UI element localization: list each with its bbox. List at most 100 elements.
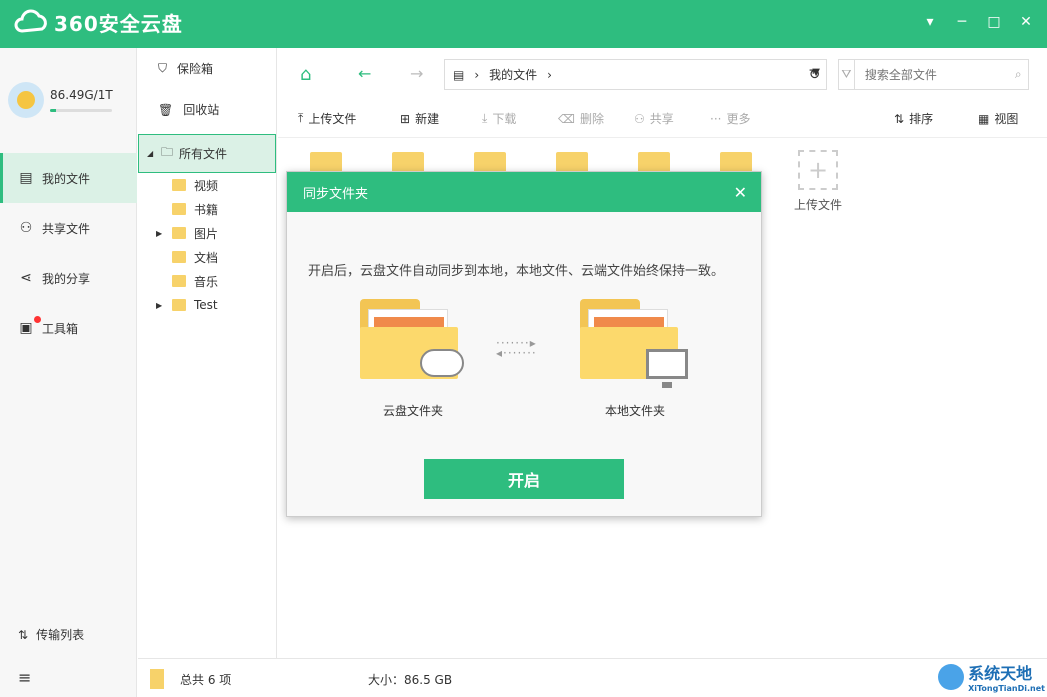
status-bar: 总共 6 项 大小：86.5 GB 系统天地 XiTongTianDi.net [138,658,1047,697]
upload-tile-label: 上传文件 [793,198,842,212]
tree-label: 保险箱 [177,62,214,76]
delete-button[interactable]: ⌫ 删除 [558,110,604,127]
folder-icon [172,275,186,287]
sidebar-nav: ▤ 我的文件 ⚇ 共享文件 ⋖ 我的分享 ▣ 工具箱 [0,153,137,353]
download-label: 下载 [492,112,517,126]
trash-icon: ⌫ [558,111,575,126]
user-info: 86.49G/1T [8,82,113,118]
folder-icon [172,179,186,191]
breadcrumb[interactable]: ▤ › 我的文件 › ▼ [444,59,827,90]
folder-icon [150,669,164,689]
sidebar-item-my-files[interactable]: ▤ 我的文件 [0,153,137,203]
chevron-right-icon: › [474,67,480,82]
toolbar: ⤒ 上传文件 ⊞ 新建 ⤓ 下载 ⌫ 删除 ⚇ 共享 ··· 更多 ⇅ 排序 ▦ 视图 [278,100,1047,138]
expand-icon[interactable]: ▶ [156,301,164,310]
view-label: 视图 [994,112,1019,126]
dialog-header: 同步文件夹 ✕ [287,172,761,212]
tree-item-all-files[interactable]: ◢ 🗀 所有文件 [138,134,276,173]
more-button[interactable]: ··· 更多 [710,110,750,127]
tree-label: 所有文件 [179,147,228,161]
sync-folder-dialog: 同步文件夹 ✕ 开启后，云盘文件自动同步到本地，本地文件、云端文件始终保持一致。… [286,171,762,517]
toolbox-icon: ▣ [19,320,33,336]
refresh-button[interactable]: ↻ [803,59,827,90]
tree-item-folder[interactable]: 视频 [138,173,276,197]
folder-icon [172,227,186,239]
folder-tree: ⛉ 保险箱 🗑 回收站 ◢ 🗀 所有文件 视频 书籍 ▶ 图片 文档 音乐 ▶ Te… [138,48,277,658]
new-button[interactable]: ⊞ 新建 [400,110,439,127]
collapse-icon[interactable]: ◢ [147,149,155,158]
tree-label: 文档 [194,250,219,265]
tree-item-recycle[interactable]: 🗑 回收站 [138,89,276,130]
minimize-button[interactable]: ─ [955,14,969,30]
sidebar-item-label: 工具箱 [42,321,79,336]
app-title: 360安全云盘 [54,12,183,36]
plus-icon: + [798,150,838,190]
tree-item-folder[interactable]: ▶ Test [138,293,276,317]
transfer-list-button[interactable]: ⇅ 传输列表 [18,626,84,643]
transfer-label: 传输列表 [36,628,85,642]
tree-item-folder[interactable]: 书籍 [138,197,276,221]
maximize-button[interactable]: □ [987,14,1001,30]
enable-button[interactable]: 开启 [424,459,624,499]
folder-paper-stripe [374,317,444,327]
forward-arrow-icon[interactable]: → [410,64,423,83]
app-logo: 360安全云盘 [14,8,183,37]
download-button[interactable]: ⤓ 下载 [482,110,516,127]
tree-label: 书籍 [194,202,219,217]
tree-item-folder[interactable]: 文档 [138,245,276,269]
shield-icon: ⛉ [158,61,168,75]
tree-item-safe[interactable]: ⛉ 保险箱 [138,48,276,89]
avatar[interactable] [8,82,44,118]
breadcrumb-item[interactable]: 我的文件 [489,66,537,83]
folder-outline-icon: 🗀 [161,145,174,159]
upload-tile[interactable]: + 上传文件 [788,150,848,213]
monitor-icon [646,349,688,388]
search-icon[interactable]: ⌕ [1015,67,1028,82]
cloud-icon [420,349,464,377]
cloud-folder-label: 云盘文件夹 [383,404,444,418]
expand-icon[interactable]: ▶ [156,229,164,238]
folder-icon [172,203,186,215]
search-box: ⛛ ⌕ [838,59,1029,90]
watermark-url: XiTongTianDi.net [968,684,1045,693]
sync-arrows-icon: ·······▸ ◂······· [496,336,537,360]
download-icon: ⤓ [482,111,488,125]
dialog-title: 同步文件夹 [303,186,369,202]
sidebar-item-shared-files[interactable]: ⚇ 共享文件 [0,203,137,253]
sidebar-item-label: 我的文件 [42,171,91,186]
home-icon[interactable]: ⌂ [300,64,311,85]
trash-icon: 🗑 [158,102,174,117]
filter-icon[interactable]: ⛛ [839,60,855,89]
tree-label: 图片 [194,226,219,241]
sort-icon: ⇅ [894,111,905,126]
quota-bar [50,109,112,112]
folder-paper-stripe [594,317,664,327]
search-input[interactable] [854,67,1015,82]
tree-label: 音乐 [194,274,219,289]
view-button[interactable]: ▦ 视图 [978,110,1018,127]
back-arrow-icon[interactable]: ← [358,64,371,83]
notification-badge [34,316,41,323]
menu-dropdown-icon[interactable]: ▾ [923,14,937,30]
sidebar-item-my-shares[interactable]: ⋖ 我的分享 [0,253,137,303]
users-icon: ⚇ [19,220,33,236]
sort-button[interactable]: ⇅ 排序 [894,110,933,127]
local-folder-label: 本地文件夹 [605,404,666,418]
total-size: 大小：86.5 GB [368,673,453,687]
upload-button[interactable]: ⤒ 上传文件 [298,110,356,127]
tree-label: Test [194,298,218,312]
sidebar-item-toolbox[interactable]: ▣ 工具箱 [0,303,137,353]
more-icon: ··· [710,111,722,126]
share-button[interactable]: ⚇ 共享 [634,110,674,127]
app-window: 360安全云盘 ▾ ─ □ ✕ 86.49G/1T ▤ 我的文件 ⚇ 共享文件 [0,0,1047,697]
menu-icon[interactable]: ≡ [18,668,31,687]
new-folder-icon: ⊞ [400,111,411,126]
file-icon: ▤ [19,170,33,186]
transfer-icon: ⇅ [18,627,29,642]
item-count: 总共 6 项 [180,673,232,687]
tree-item-folder[interactable]: ▶ 图片 [138,221,276,245]
close-icon[interactable]: ✕ [734,183,747,202]
grid-view-icon: ▦ [978,111,990,126]
tree-item-folder[interactable]: 音乐 [138,269,276,293]
close-button[interactable]: ✕ [1019,14,1033,30]
